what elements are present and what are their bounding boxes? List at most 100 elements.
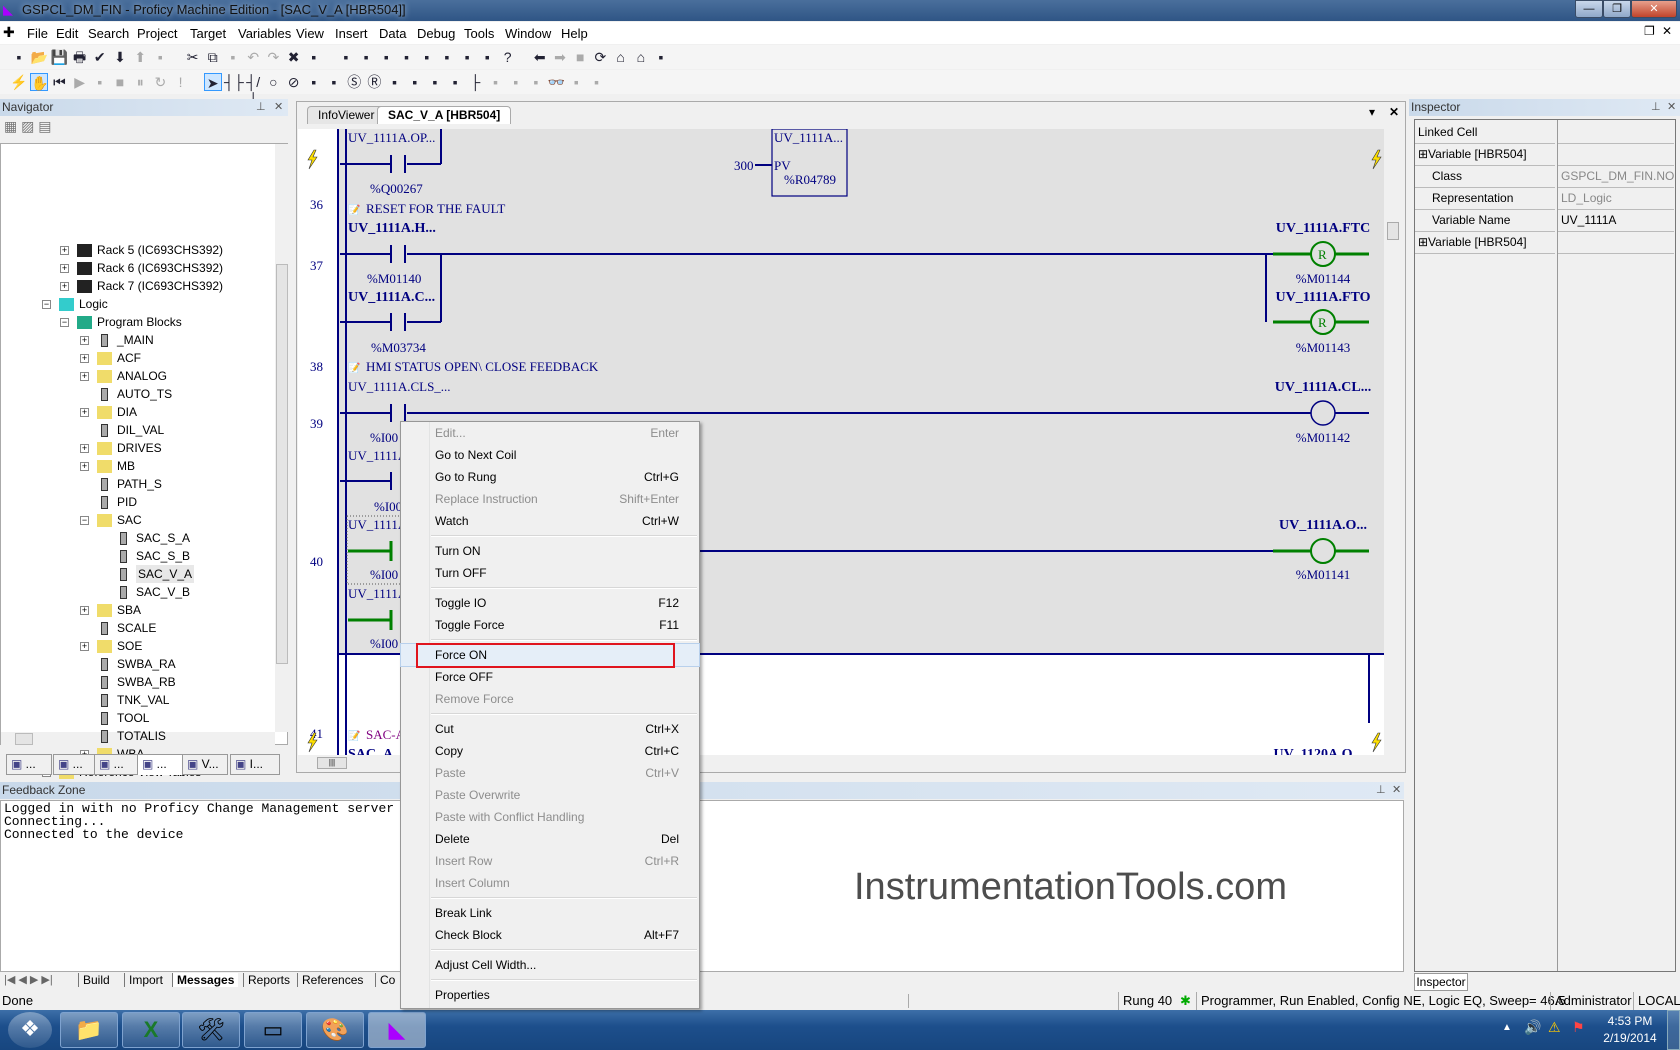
set-coil-icon[interactable]: Ⓢ <box>345 73 363 91</box>
home2-icon[interactable]: ⌂ <box>632 48 650 66</box>
select-pointer-icon[interactable]: ➤ <box>203 73 222 91</box>
restart-icon[interactable]: ↻ <box>151 73 169 91</box>
action-center-icon[interactable]: ⚑ <box>1572 1019 1585 1036</box>
editor-tab[interactable]: InfoViewer <box>307 106 386 124</box>
navigator-view-buttons[interactable]: ▦ ▨ ▤ <box>4 118 69 136</box>
tree-item[interactable]: SAC_V_A <box>136 565 195 583</box>
menu-search[interactable]: Search <box>88 26 129 41</box>
tree-item[interactable]: TOOL <box>117 709 149 727</box>
companion-icon[interactable]: ▪ <box>398 48 416 66</box>
nc-contact-icon[interactable]: ┤/├ <box>244 73 262 108</box>
forward-icon[interactable]: ➡ <box>551 48 569 66</box>
close-button[interactable]: ✕ <box>1631 0 1677 18</box>
download-icon[interactable]: ⬇ <box>111 48 129 66</box>
navigator-tab[interactable]: ▣ ... <box>137 754 183 775</box>
stop-icon[interactable]: ■ <box>571 48 589 66</box>
menu-edit[interactable]: Edit <box>56 26 78 41</box>
pause-icon[interactable]: ⏸ <box>131 73 149 91</box>
feedback-tab[interactable]: Import <box>124 973 167 987</box>
property-name[interactable]: Class <box>1415 166 1555 188</box>
tree-item[interactable]: SAC <box>117 511 142 529</box>
inspector-tab[interactable]: Inspector <box>1414 973 1468 991</box>
property-value[interactable] <box>1558 122 1674 144</box>
tree-item[interactable]: SAC_S_B <box>136 547 190 565</box>
stop-icon[interactable]: ■ <box>111 73 129 91</box>
tools-app-icon[interactable]: 🛠 <box>182 1012 240 1048</box>
menu-file[interactable]: File <box>27 26 48 41</box>
tree-item[interactable]: DRIVES <box>117 439 162 457</box>
menu-project[interactable]: Project <box>137 26 177 41</box>
menu-item-force-off[interactable]: Force OFF <box>401 666 699 688</box>
property-value[interactable] <box>1558 144 1674 166</box>
tree-item[interactable]: TNK_VAL <box>117 691 169 709</box>
lightbulb-icon[interactable]: ▪ <box>151 48 169 66</box>
menu-item-paste[interactable]: Paste Ctrl+V <box>401 762 699 784</box>
rung-comment[interactable]: RESET FOR THE FAULT <box>366 201 505 216</box>
tree-expander-icon[interactable]: + <box>80 606 89 615</box>
tab-scroll-buttons[interactable]: |◀ ◀ ▶ ▶| <box>4 973 74 989</box>
navigator-tab[interactable]: ▣ ... <box>53 754 99 775</box>
file-explorer-icon[interactable]: 📁 <box>60 1012 118 1048</box>
menu-item-toggle-force[interactable]: Toggle Force F11 <box>401 614 699 636</box>
tree-item[interactable]: ANALOG <box>117 367 167 385</box>
restore-doc-button[interactable]: ❐ <box>1644 24 1655 38</box>
menu-item-turn-off[interactable]: Turn OFF <box>401 562 699 584</box>
edit2-icon[interactable]: ▪ <box>527 73 545 91</box>
tree-item[interactable]: SOE <box>117 637 142 655</box>
tree-expander-icon[interactable]: + <box>60 264 69 273</box>
navigator-tab[interactable]: ▣ I... <box>230 754 280 775</box>
editor-tab[interactable]: SAC_V_A [HBR504] <box>377 106 512 124</box>
menu-item-remove-force[interactable]: Remove Force <box>401 688 699 710</box>
move-icon[interactable]: ▪ <box>426 73 444 91</box>
find-prev-icon[interactable]: ▪ <box>588 73 606 91</box>
menu-window[interactable]: Window <box>505 26 551 41</box>
feedback-tab[interactable]: Build <box>78 973 114 987</box>
tree-item[interactable]: AUTO_TS <box>117 385 172 403</box>
monitor-hand-icon[interactable]: ✋ <box>30 73 49 91</box>
tree-expander-icon[interactable]: − <box>80 516 89 525</box>
menu-item-edit[interactable]: Edit... Enter <box>401 422 699 444</box>
tree-expander-icon[interactable]: + <box>80 372 89 381</box>
coil-icon[interactable]: ○ <box>264 73 282 91</box>
pin-icon[interactable]: ⊥ <box>256 99 266 116</box>
close-icon[interactable]: ✕ <box>1392 782 1401 799</box>
menu-item-go-to-rung[interactable]: Go to Rung Ctrl+G <box>401 466 699 488</box>
tree-expander-icon[interactable]: − <box>60 318 69 327</box>
wizard-icon[interactable]: ▪ <box>478 48 496 66</box>
save-icon[interactable]: 💾 <box>50 48 68 66</box>
show-hidden-icons[interactable]: ▲ <box>1502 1022 1512 1033</box>
no-contact-icon[interactable]: ┤├ <box>224 73 244 91</box>
property-value[interactable]: GSPCL_DM_FIN.NO_V <box>1558 166 1674 188</box>
feedback-tab[interactable]: Reports <box>243 973 294 987</box>
close-doc-button[interactable]: ✕ <box>1662 24 1672 38</box>
find-icon[interactable]: ▪ <box>305 48 323 66</box>
network-icon[interactable]: ▪ <box>458 48 476 66</box>
proficy-machine-edition-icon[interactable]: ◣ <box>368 1012 426 1048</box>
open-icon[interactable]: 📂 <box>30 48 48 66</box>
validate-check-icon[interactable]: ✔ <box>91 48 109 66</box>
property-name[interactable]: Linked Cell <box>1415 122 1555 144</box>
volume-icon[interactable]: 🔊 <box>1524 1019 1541 1036</box>
reference-view-icon[interactable]: ▪ <box>438 48 456 66</box>
feedback-tab[interactable]: References <box>297 973 367 987</box>
tree-item[interactable]: PATH_S <box>117 475 162 493</box>
property-value[interactable] <box>1558 232 1674 254</box>
tree-expander-icon[interactable]: + <box>80 336 89 345</box>
tree-item[interactable]: SWBA_RA <box>117 655 176 673</box>
block-icon[interactable]: ▪ <box>446 73 464 91</box>
tree-item[interactable]: SBA <box>117 601 141 619</box>
tree-item[interactable]: Rack 6 (IC693CHS392) <box>97 259 223 277</box>
close-editor-icon[interactable]: ✕ <box>1389 105 1399 119</box>
menu-variables[interactable]: Variables <box>238 26 291 41</box>
tree-item[interactable]: SWBA_RB <box>117 673 176 691</box>
inspector-icon[interactable]: ▪ <box>357 48 375 66</box>
tree-expander-icon[interactable]: − <box>42 300 51 309</box>
pos-transition-coil-icon[interactable]: ▪ <box>305 73 323 91</box>
scroll-thumb[interactable] <box>1387 222 1399 240</box>
menu-insert[interactable]: Insert <box>335 26 368 41</box>
menu-item-replace-instruction[interactable]: Replace Instruction Shift+Enter <box>401 488 699 510</box>
property-name[interactable]: Variable Name <box>1415 210 1555 232</box>
toolchest-icon[interactable]: ▪ <box>377 48 395 66</box>
menu-help[interactable]: Help <box>561 26 588 41</box>
print-icon[interactable]: 🖶 <box>71 48 89 66</box>
